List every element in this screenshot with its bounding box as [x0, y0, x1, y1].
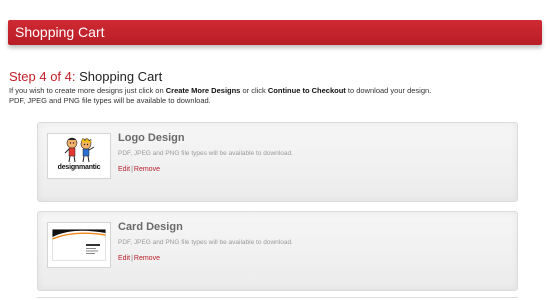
cart-item-logo-design: designmantic Logo Design PDF, JPEG and P…: [37, 122, 518, 202]
logo-wordmark: designmantic: [57, 164, 101, 171]
step-heading: Step 4 of 4: Shopping Cart: [9, 69, 162, 84]
shopping-cart-page: Shopping Cart Step 4 of 4: Shopping Cart…: [0, 0, 550, 300]
next-item-edge: [37, 297, 518, 298]
remove-link[interactable]: Remove: [134, 166, 160, 173]
continue-to-checkout-text: Continue to Checkout: [267, 86, 346, 95]
business-card-preview-icon: [52, 229, 106, 261]
intro-line-1: If you wish to create more designs just …: [9, 86, 539, 96]
create-more-designs-text: Create More Designs: [165, 86, 241, 95]
edit-link[interactable]: Edit: [118, 166, 130, 173]
card-design-thumbnail: [47, 222, 111, 268]
item-description: PDF, JPEG and PNG file types will be ava…: [118, 239, 293, 246]
header-title: Shopping Cart: [15, 24, 105, 40]
intro-text-after: to download your design.: [345, 86, 432, 95]
intro-text-middle: or click: [240, 86, 268, 95]
item-description: PDF, JPEG and PNG file types will be ava…: [118, 150, 293, 157]
item-title: Logo Design: [118, 132, 185, 144]
logo-design-thumbnail: designmantic: [47, 133, 111, 179]
step-indicator: Step 4 of 4:: [9, 69, 76, 84]
remove-link[interactable]: Remove: [134, 255, 160, 262]
intro-text: If you wish to create more designs just …: [9, 86, 539, 106]
intro-line-2: PDF, JPEG and PNG file types will be ava…: [9, 96, 211, 105]
item-actions: Edit|Remove: [118, 254, 160, 263]
intro-text-before: If you wish to create more designs just …: [9, 86, 166, 95]
item-actions: Edit|Remove: [118, 165, 160, 174]
step-title: Shopping Cart: [79, 69, 163, 84]
edit-link[interactable]: Edit: [118, 255, 130, 262]
header-bar: Shopping Cart: [8, 20, 542, 45]
item-title: Card Design: [118, 221, 183, 233]
cart-item-card-design: Card Design PDF, JPEG and PNG file types…: [37, 211, 518, 291]
mascot-figures-icon: [64, 137, 95, 163]
